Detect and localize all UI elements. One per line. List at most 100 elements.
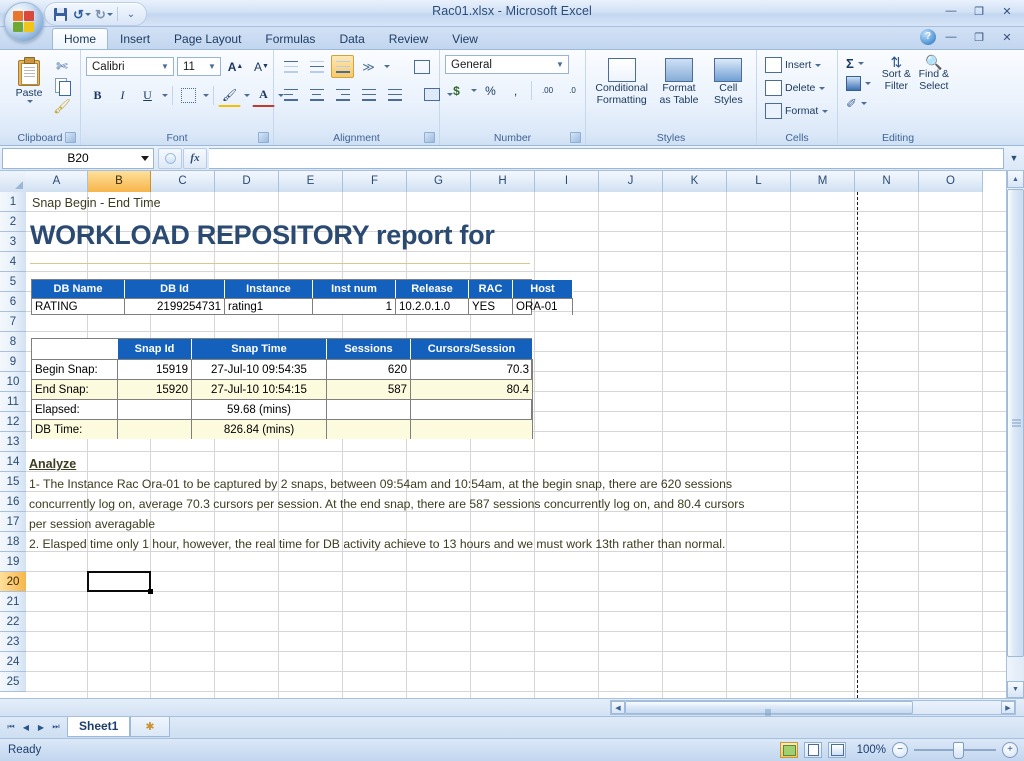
tab-page-layout[interactable]: Page Layout bbox=[162, 28, 253, 49]
clear-button[interactable]: ✐ bbox=[843, 94, 874, 113]
column-header-f[interactable]: F bbox=[343, 171, 407, 192]
name-box[interactable]: B20 bbox=[2, 148, 154, 169]
column-header-i[interactable]: I bbox=[535, 171, 599, 192]
row-header-20[interactable]: 20 bbox=[0, 572, 26, 592]
row-header-1[interactable]: 1 bbox=[0, 192, 26, 212]
row-header-14[interactable]: 14 bbox=[0, 452, 26, 472]
wrap-text-button[interactable] bbox=[410, 55, 433, 78]
tab-view[interactable]: View bbox=[440, 28, 490, 49]
row-header-9[interactable]: 9 bbox=[0, 352, 26, 372]
top-align-button[interactable] bbox=[279, 55, 302, 78]
format-as-table-button[interactable]: Format as Table bbox=[653, 56, 705, 106]
row-header-4[interactable]: 4 bbox=[0, 252, 26, 272]
last-sheet-button[interactable]: ⏭ bbox=[49, 719, 63, 735]
close-workbook-button[interactable]: ✕ bbox=[994, 28, 1020, 46]
close-button[interactable]: ✕ bbox=[994, 2, 1020, 20]
bold-button[interactable]: B bbox=[86, 84, 109, 107]
row-header-22[interactable]: 22 bbox=[0, 612, 26, 632]
insert-function-button[interactable]: fx bbox=[183, 148, 207, 169]
column-header-e[interactable]: E bbox=[279, 171, 343, 192]
tab-formulas[interactable]: Formulas bbox=[253, 28, 327, 49]
row-header-2[interactable]: 2 bbox=[0, 212, 26, 232]
column-header-l[interactable]: L bbox=[727, 171, 791, 192]
autosum-button[interactable]: Σ bbox=[843, 54, 874, 73]
cell-styles-button[interactable]: Cell Styles bbox=[706, 56, 750, 106]
middle-align-button[interactable] bbox=[305, 55, 328, 78]
font-dialog-launcher[interactable] bbox=[258, 132, 269, 143]
scroll-right-button[interactable]: ▶ bbox=[1001, 701, 1015, 714]
column-header-j[interactable]: J bbox=[599, 171, 663, 192]
row-header-15[interactable]: 15 bbox=[0, 472, 26, 492]
row-header-7[interactable]: 7 bbox=[0, 312, 26, 332]
align-left-button[interactable] bbox=[279, 83, 302, 106]
column-header-b[interactable]: B bbox=[88, 171, 151, 192]
italic-button[interactable]: I bbox=[111, 84, 134, 107]
page-break-view-button[interactable] bbox=[828, 742, 846, 758]
zoom-in-button[interactable]: + bbox=[1002, 742, 1018, 758]
column-header-m[interactable]: M bbox=[791, 171, 855, 192]
row-header-17[interactable]: 17 bbox=[0, 512, 26, 532]
column-header-c[interactable]: C bbox=[151, 171, 215, 192]
increase-indent-button[interactable] bbox=[383, 83, 406, 106]
sheet-tab-sheet1[interactable]: Sheet1 bbox=[67, 717, 130, 737]
column-header-d[interactable]: D bbox=[215, 171, 279, 192]
conditional-formatting-button[interactable]: Conditional Formatting bbox=[592, 56, 652, 106]
normal-view-button[interactable] bbox=[780, 742, 798, 758]
decrease-decimal-button[interactable]: .0 bbox=[561, 79, 584, 102]
fill-handle[interactable] bbox=[148, 589, 153, 594]
grow-font-button[interactable]: A▲ bbox=[224, 55, 247, 78]
borders-button[interactable] bbox=[177, 84, 200, 107]
clipboard-dialog-launcher[interactable] bbox=[65, 132, 76, 143]
font-name-combo[interactable]: Calibri ▼ bbox=[86, 57, 174, 76]
find-select-button[interactable]: 🔍 Find & Select bbox=[915, 54, 953, 92]
row-header-18[interactable]: 18 bbox=[0, 532, 26, 552]
row-header-21[interactable]: 21 bbox=[0, 592, 26, 612]
column-header-o[interactable]: O bbox=[919, 171, 983, 192]
formula-input[interactable] bbox=[209, 148, 1004, 169]
decrease-indent-button[interactable] bbox=[357, 83, 380, 106]
comma-style-button[interactable]: , bbox=[504, 79, 527, 102]
alignment-dialog-launcher[interactable] bbox=[424, 132, 435, 143]
shrink-font-button[interactable]: A▼ bbox=[250, 55, 273, 78]
scroll-down-button[interactable]: ▼ bbox=[1007, 681, 1024, 698]
number-dialog-launcher[interactable] bbox=[570, 132, 581, 143]
minimize-button[interactable]: — bbox=[938, 2, 964, 20]
next-sheet-button[interactable]: ▶ bbox=[34, 719, 48, 735]
chevron-down-icon[interactable] bbox=[471, 89, 477, 92]
row-header-3[interactable]: 3 bbox=[0, 232, 26, 252]
column-header-a[interactable]: A bbox=[26, 171, 88, 192]
align-right-button[interactable] bbox=[331, 83, 354, 106]
minimize-ribbon-button[interactable]: — bbox=[938, 28, 964, 46]
tab-data[interactable]: Data bbox=[327, 28, 376, 49]
help-icon[interactable]: ? bbox=[920, 29, 936, 45]
tab-review[interactable]: Review bbox=[377, 28, 440, 49]
first-sheet-button[interactable]: ⏮ bbox=[4, 719, 18, 735]
scroll-up-button[interactable]: ▲ bbox=[1007, 171, 1024, 188]
chevron-down-icon[interactable] bbox=[384, 65, 390, 68]
format-cells-button[interactable]: Format bbox=[762, 100, 831, 122]
cancel-formula-button[interactable] bbox=[158, 148, 182, 169]
chevron-down-icon[interactable] bbox=[244, 94, 250, 97]
expand-formula-bar-button[interactable]: ▼ bbox=[1006, 149, 1022, 168]
maximize-button[interactable]: ❐ bbox=[966, 2, 992, 20]
number-format-combo[interactable]: General ▼ bbox=[445, 55, 569, 74]
percent-style-button[interactable]: % bbox=[479, 79, 502, 102]
zoom-out-button[interactable]: − bbox=[892, 742, 908, 758]
scroll-left-button[interactable]: ◀ bbox=[611, 701, 625, 714]
row-header-19[interactable]: 19 bbox=[0, 552, 26, 572]
restore-window-button[interactable]: ❐ bbox=[966, 28, 992, 46]
vertical-scroll-thumb[interactable] bbox=[1007, 189, 1024, 657]
row-header-12[interactable]: 12 bbox=[0, 412, 26, 432]
row-header-5[interactable]: 5 bbox=[0, 272, 26, 292]
paste-button[interactable]: Paste bbox=[5, 55, 53, 103]
insert-cells-button[interactable]: Insert bbox=[762, 54, 824, 76]
row-header-8[interactable]: 8 bbox=[0, 332, 26, 352]
selected-cell-outline[interactable] bbox=[87, 571, 151, 592]
row-header-13[interactable]: 13 bbox=[0, 432, 26, 452]
prev-sheet-button[interactable]: ◀ bbox=[19, 719, 33, 735]
bottom-align-button[interactable] bbox=[331, 55, 354, 78]
column-header-g[interactable]: G bbox=[407, 171, 471, 192]
orientation-button[interactable]: ≫ bbox=[357, 55, 380, 78]
tab-home[interactable]: Home bbox=[52, 28, 108, 49]
row-header-24[interactable]: 24 bbox=[0, 652, 26, 672]
